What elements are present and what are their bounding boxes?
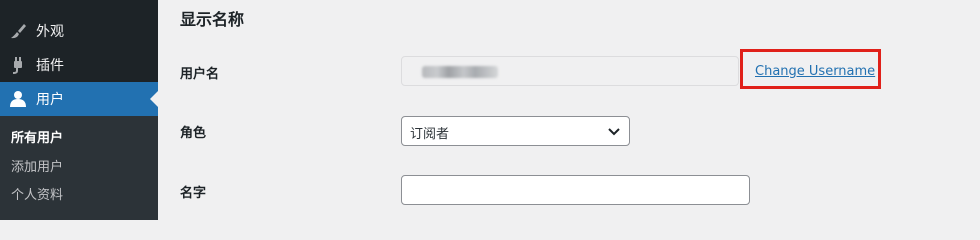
chevron-down-icon	[607, 124, 621, 138]
change-username-link[interactable]: Change Username	[755, 64, 875, 79]
plugin-icon	[8, 55, 28, 75]
main-content: 显示名称 用户名 Change Username 角色 订阅者 名字	[158, 0, 980, 220]
user-icon	[8, 89, 28, 109]
submenu-add-user[interactable]: 添加用户	[11, 156, 63, 175]
role-label: 角色	[180, 126, 207, 141]
sidebar-item-plugins[interactable]: 插件	[0, 48, 158, 82]
sidebar-item-label: 用户	[36, 92, 64, 108]
role-selected-value: 订阅者	[410, 127, 450, 142]
redacted-username	[422, 66, 498, 78]
username-field[interactable]	[401, 56, 739, 86]
sidebar-item-users[interactable]: 用户	[0, 82, 158, 116]
sidebar-item-appearance[interactable]: 外观	[0, 14, 158, 48]
first-name-label: 名字	[180, 186, 207, 201]
sidebar-item-label: 插件	[36, 58, 64, 74]
paintbrush-icon	[8, 21, 28, 41]
section-title: 显示名称	[180, 10, 245, 29]
first-name-field[interactable]	[401, 175, 750, 205]
admin-sidebar: 外观 插件 用户 所有用户 添加用户 个人资料	[0, 0, 158, 220]
role-select[interactable]: 订阅者	[401, 116, 630, 146]
sidebar-item-label: 外观	[36, 24, 64, 40]
username-label: 用户名	[180, 67, 220, 82]
submenu-profile[interactable]: 个人资料	[11, 184, 63, 203]
submenu-all-users[interactable]: 所有用户	[11, 127, 63, 146]
users-submenu: 所有用户 添加用户 个人资料	[0, 116, 158, 220]
